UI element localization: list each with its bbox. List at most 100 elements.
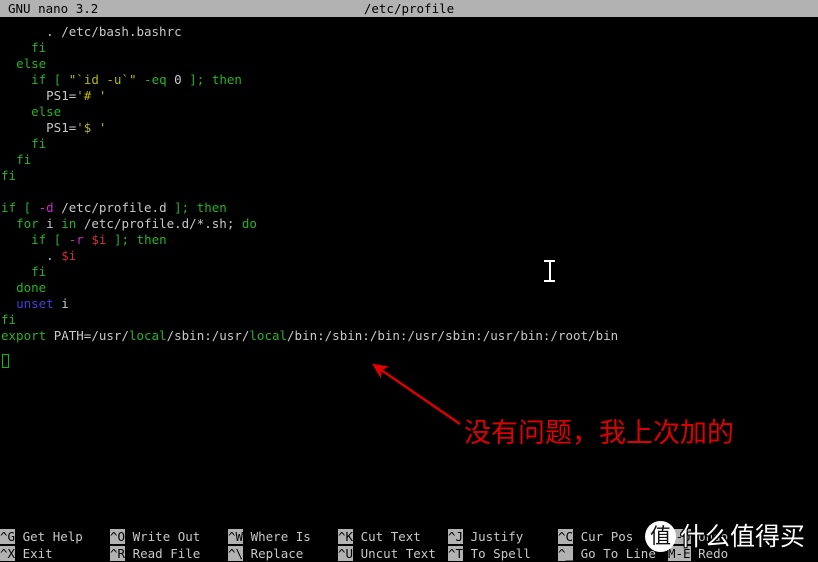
code-token: for [16, 216, 39, 231]
code-token: if [31, 232, 47, 247]
code-token: do [241, 216, 257, 231]
shortcut-key: ^T [448, 546, 464, 561]
shortcut-label: Justify [470, 529, 524, 544]
editor-line: . $i [0, 248, 818, 264]
shortcut-label: Read File [132, 546, 201, 561]
code-token: . [46, 248, 54, 263]
watermark: 值 什么值得买 [645, 518, 815, 558]
shortcut-label: Get Help [22, 529, 83, 544]
shortcut-key: ^U [338, 546, 354, 561]
shortcut-to-spell[interactable]: ^T To Spell [448, 545, 531, 562]
code-token: local [128, 328, 167, 343]
editor-line: done [0, 280, 818, 296]
shortcut-read-file[interactable]: ^R Read File [110, 545, 200, 562]
code-token: i [61, 296, 69, 311]
shortcut-gap [573, 529, 581, 544]
code-token: ]; [174, 200, 190, 215]
code-token: /bin:/sbin:/bin:/usr/sbin:/usr/bin:/root… [287, 328, 619, 343]
code-token: i [46, 216, 54, 231]
annotation-text: 没有问题，我上次加的 [464, 418, 734, 449]
shortcut-write-out[interactable]: ^O Write Out [110, 528, 200, 545]
editor-line: fi [0, 152, 818, 168]
shortcut-key: ^O [110, 529, 126, 544]
code-token: -r [68, 232, 84, 247]
editor-line: if [ -d /etc/profile.d ]; then [0, 200, 818, 216]
shortcut-get-help[interactable]: ^G Get Help [0, 528, 83, 545]
editor-line: else [0, 56, 818, 72]
shortcut-where-is[interactable]: ^W Where Is [228, 528, 311, 545]
shortcut-cur-pos[interactable]: ^C Cur Pos [558, 528, 633, 545]
editor-line: fi [0, 136, 818, 152]
shortcut-label: Write Out [132, 529, 201, 544]
editor-line: unset i [0, 296, 818, 312]
shortcut-gap [353, 529, 361, 544]
shortcut-gap [463, 546, 471, 561]
shortcut-key: ^\ [228, 546, 244, 561]
editor-line: else [0, 104, 818, 120]
ibeam-stem [549, 261, 551, 281]
shortcut-exit[interactable]: ^X Exit [0, 545, 53, 562]
code-token: if [31, 72, 47, 87]
editor-line: export PATH=/usr/local/sbin:/usr/local/b… [0, 328, 818, 344]
code-token: /etc/profile.d [61, 200, 167, 215]
watermark-badge: 值 [645, 521, 676, 552]
code-token: then [196, 200, 227, 215]
code-token: fi [1, 312, 17, 327]
shortcut-label: Cur Pos [580, 529, 634, 544]
code-token: unset [16, 296, 54, 311]
shortcut-go-to-line[interactable]: ^_ Go To Line [558, 545, 656, 562]
ibeam-bottom-bar [544, 280, 555, 282]
shortcut-key: ^C [558, 529, 574, 544]
code-token: if [1, 200, 17, 215]
shortcut-uncut-text[interactable]: ^U Uncut Text [338, 545, 436, 562]
editor-line: fi [0, 40, 818, 56]
editor-line: for i in /etc/profile.d/*.sh; do [0, 216, 818, 232]
nano-editor-window: GNU nano 3.2 /etc/profile . /etc/bash.ba… [0, 0, 818, 562]
shortcut-replace[interactable]: ^\ Replace [228, 545, 303, 562]
code-token: fi [31, 136, 47, 151]
shortcut-key: ^G [0, 529, 16, 544]
shortcut-gap [463, 529, 471, 544]
code-token: /sbin:/usr/ [166, 328, 250, 343]
code-token: in [61, 216, 77, 231]
editor-line: if [ -r $i ]; then [0, 232, 818, 248]
code-token: fi [1, 168, 17, 183]
code-token: . /etc/bash.bashrc [46, 24, 182, 39]
code-token: PS1= [46, 88, 77, 103]
shortcut-gap [243, 546, 251, 561]
code-token: -eq [144, 72, 167, 87]
shortcut-gap [353, 546, 361, 561]
editor-line: . /etc/bash.bashrc [0, 24, 818, 40]
code-token: else [16, 56, 47, 71]
shortcut-justify[interactable]: ^J Justify [448, 528, 523, 545]
code-token: done [16, 280, 47, 295]
shortcut-key: ^K [338, 529, 354, 544]
shortcut-gap [15, 546, 23, 561]
code-token: else [31, 104, 62, 119]
shortcut-key: ^J [448, 529, 464, 544]
shortcut-gap [125, 546, 133, 561]
editor-line: fi [0, 312, 818, 328]
ibeam-cursor-icon [544, 259, 555, 283]
shortcut-cut-text[interactable]: ^K Cut Text [338, 528, 421, 545]
editor-line: PS1='# ' [0, 88, 818, 104]
